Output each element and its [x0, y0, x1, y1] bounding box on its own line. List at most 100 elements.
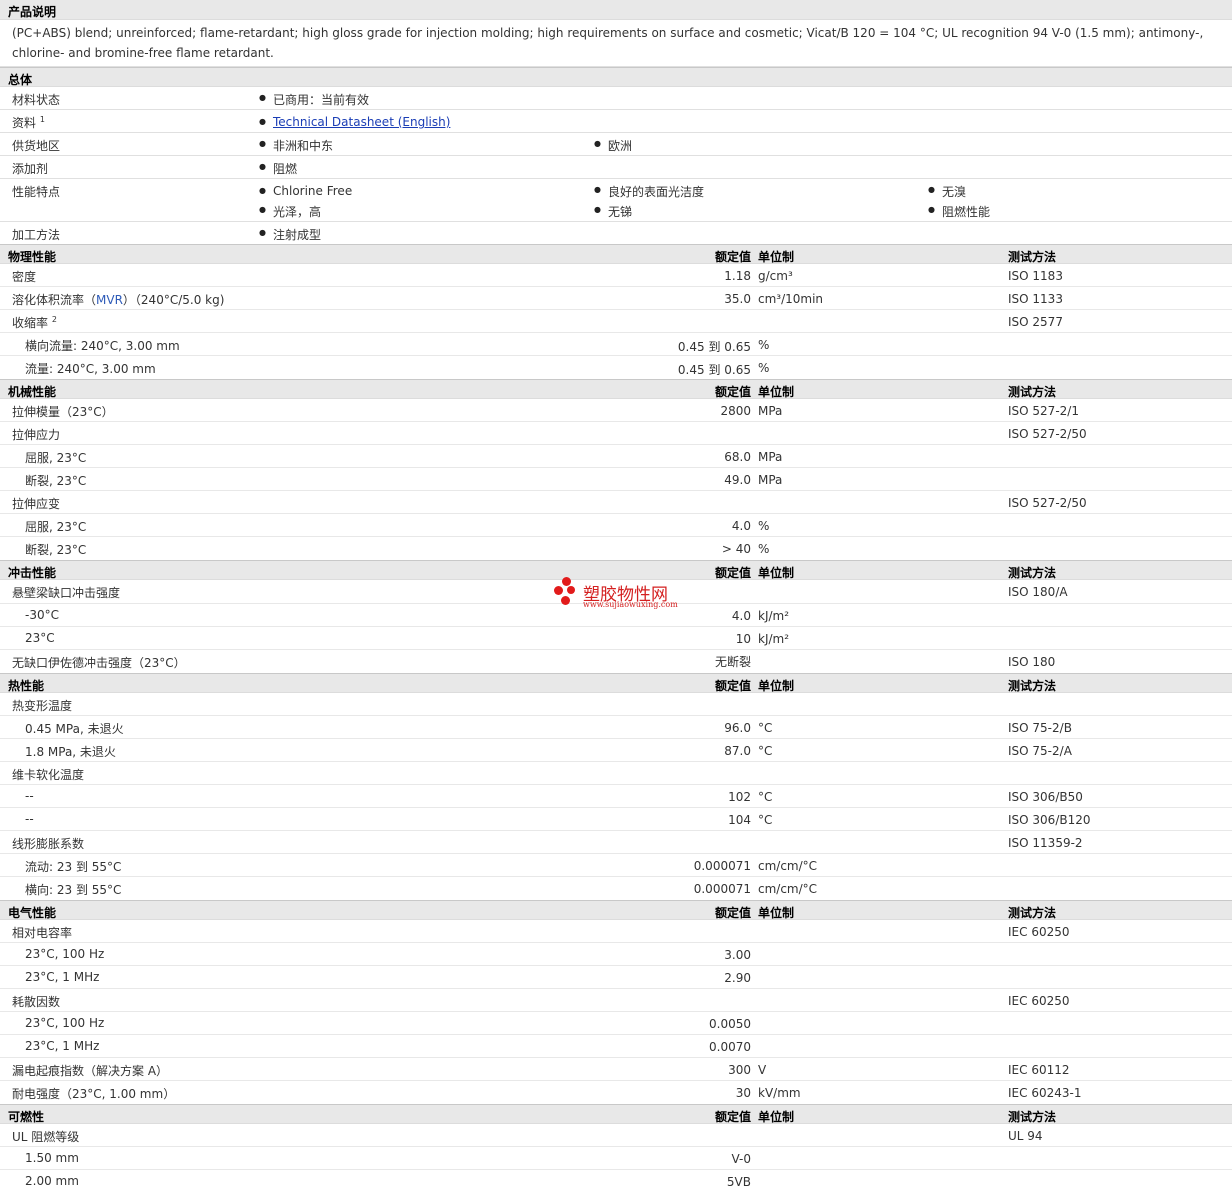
- bullet-value: 无溴: [928, 183, 966, 200]
- value-column-header: 额定值: [714, 1110, 751, 1124]
- property-unit: %: [758, 338, 770, 352]
- general-row-processing: 加工方法 注射成型: [0, 222, 1232, 244]
- mvr-abbreviation: MVR: [96, 293, 123, 307]
- property-unit: kV/mm: [758, 1086, 801, 1100]
- property-row: 屈服, 23°C 68.0 MPa: [0, 445, 1232, 468]
- unit-column-header: 单位制: [758, 906, 795, 920]
- property-row: 1.50 mm V-0: [0, 1147, 1232, 1170]
- unit-column-header: 单位制: [758, 250, 795, 264]
- property-row: 23°C, 1 MHz 0.0070: [0, 1035, 1232, 1058]
- property-unit: MPa: [758, 404, 783, 418]
- property-row: 无缺口伊佐德冲击强度（23°C） 无断裂 ISO 180: [0, 650, 1232, 673]
- property-name: 漏电起痕指数（解决方案 A）: [12, 1064, 169, 1078]
- property-name: 相对电容率: [12, 926, 73, 940]
- section-title: 机械性能: [8, 385, 57, 399]
- test-method: ISO 1133: [1008, 292, 1063, 306]
- property-name: 屈服, 23°C: [25, 451, 87, 465]
- bullet-value: 无锑: [594, 203, 632, 220]
- property-unit: g/cm³: [758, 269, 793, 283]
- property-name: 0.45 MPa, 未退火: [25, 722, 124, 736]
- property-value: 0.0070: [709, 1040, 751, 1054]
- test-method: IEC 60243-1: [1008, 1086, 1082, 1100]
- property-name: 线形膨胀系数: [12, 837, 85, 851]
- row-label: 添加剂: [12, 162, 49, 176]
- property-value: 4.0: [731, 519, 751, 533]
- value-column-header: 额定值: [714, 566, 751, 580]
- property-value: 1.18: [724, 269, 751, 283]
- property-name: --: [25, 789, 34, 803]
- watermark-logo-icon: [553, 577, 581, 609]
- technical-datasheet-link[interactable]: Technical Datasheet (English): [273, 115, 450, 129]
- property-unit: kJ/m²: [758, 632, 790, 646]
- property-name: 23°C: [25, 631, 55, 645]
- method-column-header: 测试方法: [1008, 679, 1057, 693]
- method-column-header: 测试方法: [1008, 1110, 1057, 1124]
- property-name: 屈服, 23°C: [25, 520, 87, 534]
- property-value: 104: [728, 813, 751, 827]
- test-method: ISO 306/B120: [1008, 813, 1091, 827]
- test-method: ISO 180: [1008, 655, 1056, 669]
- datasheet: 产品说明 (PC+ABS) blend; unreinforced; flame…: [0, 0, 1232, 1193]
- property-value: 96.0: [724, 721, 751, 735]
- section-header-electrical: 电气性能 额定值 单位制 测试方法: [0, 900, 1232, 920]
- section-header-mechanical: 机械性能 额定值 单位制 测试方法: [0, 379, 1232, 399]
- property-value: 无断裂: [714, 655, 751, 669]
- property-name: 拉伸应变: [12, 497, 61, 511]
- footnote-marker: 1: [39, 115, 45, 124]
- bullet-value: 注射成型: [259, 226, 321, 243]
- property-name: 断裂, 23°C: [25, 474, 87, 488]
- bullet-value: Technical Datasheet (English): [259, 115, 450, 129]
- value-column-header: 额定值: [714, 906, 751, 920]
- general-row-additive: 添加剂 阻燃: [0, 156, 1232, 179]
- section-header-description: 产品说明: [0, 0, 1232, 20]
- unit-column-header: 单位制: [758, 679, 795, 693]
- property-value: 0.0050: [709, 1017, 751, 1031]
- property-row: UL 阻燃等级 UL 94: [0, 1124, 1232, 1147]
- property-row: 2.00 mm 5VB: [0, 1170, 1232, 1193]
- property-name: 23°C, 100 Hz: [25, 1016, 105, 1030]
- test-method: ISO 75-2/B: [1008, 721, 1072, 735]
- test-method: ISO 527-2/1: [1008, 404, 1079, 418]
- property-value: 0.45 到 0.65: [677, 363, 751, 377]
- property-unit: %: [758, 542, 770, 556]
- property-unit: °C: [758, 721, 773, 735]
- property-value: 30: [735, 1086, 751, 1100]
- property-unit: °C: [758, 744, 773, 758]
- property-row: 0.45 MPa, 未退火 96.0 °C ISO 75-2/B: [0, 716, 1232, 739]
- property-value: 35.0: [724, 292, 751, 306]
- test-method: UL 94: [1008, 1129, 1043, 1143]
- bullet-value: Chlorine Free: [259, 184, 352, 198]
- row-label: 材料状态: [12, 93, 61, 107]
- property-value: 0.000071: [693, 859, 751, 873]
- property-value: 0.45 到 0.65: [677, 340, 751, 354]
- general-row-features: 性能特点 Chlorine Free 良好的表面光洁度 无溴 光泽，高 无锑 阻…: [0, 179, 1232, 222]
- property-value: 102: [728, 790, 751, 804]
- property-unit: %: [758, 361, 770, 375]
- property-row: 屈服, 23°C 4.0 %: [0, 514, 1232, 537]
- product-description: (PC+ABS) blend; unreinforced; flame-reta…: [0, 20, 1232, 67]
- bullet-value: 光泽，高: [259, 203, 321, 220]
- bullet-value: 阻燃性能: [928, 203, 990, 220]
- property-name: 流量: 240°C, 3.00 mm: [25, 362, 156, 376]
- section-title: 可燃性: [8, 1110, 45, 1124]
- property-name: --: [25, 812, 34, 826]
- property-row: 断裂, 23°C > 40 %: [0, 537, 1232, 560]
- test-method: IEC 60112: [1008, 1063, 1070, 1077]
- property-value: 300: [728, 1063, 751, 1077]
- property-name: 维卡软化温度: [12, 768, 85, 782]
- test-method: IEC 60250: [1008, 925, 1070, 939]
- property-row: 热变形温度: [0, 693, 1232, 716]
- property-value: > 40: [721, 542, 751, 556]
- property-name: 热变形温度: [12, 699, 73, 713]
- value-column-header: 额定值: [714, 385, 751, 399]
- row-label: 供货地区: [12, 139, 61, 153]
- unit-column-header: 单位制: [758, 1110, 795, 1124]
- property-name: 拉伸模量（23°C）: [12, 405, 114, 419]
- property-row: 23°C, 1 MHz 2.90: [0, 966, 1232, 989]
- property-row: 拉伸模量（23°C） 2800 MPa ISO 527-2/1: [0, 399, 1232, 422]
- property-unit: °C: [758, 790, 773, 804]
- property-unit: V: [758, 1063, 767, 1077]
- property-name: 拉伸应力: [12, 428, 61, 442]
- property-value: 2800: [720, 404, 751, 418]
- property-row: 流量: 240°C, 3.00 mm 0.45 到 0.65 %: [0, 356, 1232, 379]
